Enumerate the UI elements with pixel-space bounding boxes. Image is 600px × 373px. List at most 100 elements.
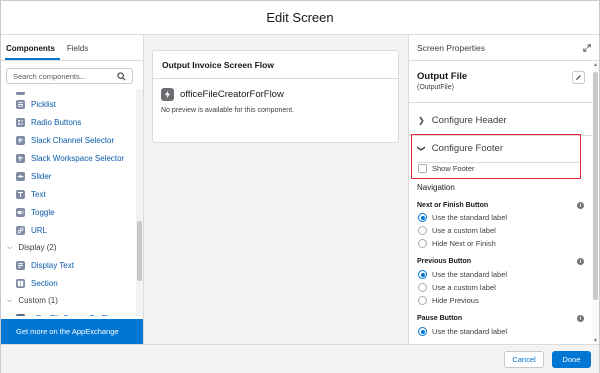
search-input[interactable] xyxy=(13,71,113,81)
next-finish-label: Next or Finish Button xyxy=(417,202,489,209)
configure-header-section[interactable]: ❯ Configure Header xyxy=(409,110,592,130)
slack-icon xyxy=(16,153,25,163)
checkbox[interactable] xyxy=(418,164,427,173)
components-panel: Components Fields Picklist Radio Buttons xyxy=(1,35,144,344)
navigation-heading: Navigation xyxy=(417,183,455,192)
search-icon xyxy=(117,72,126,81)
component-item-display-text[interactable]: Display Text xyxy=(1,256,136,274)
component-label: Text xyxy=(31,189,46,199)
component-item-radio-buttons[interactable]: Radio Buttons xyxy=(1,113,136,131)
component-label: Section xyxy=(31,278,58,288)
chevron-down-icon: ⌵ xyxy=(7,243,13,251)
tab-fields[interactable]: Fields xyxy=(66,44,93,60)
previous-label: Previous Button xyxy=(417,258,472,265)
radio-pause-standard[interactable]: Use the standard label xyxy=(418,327,507,336)
component-label: Slider xyxy=(31,171,52,181)
component-list: Picklist Radio Buttons Slack Channel Sel… xyxy=(1,89,136,316)
component-item-picklist[interactable]: Picklist xyxy=(1,95,136,113)
radio-previous-custom[interactable]: Use a custom label xyxy=(418,283,496,292)
radio-buttons-icon xyxy=(16,117,25,127)
pencil-icon xyxy=(576,75,581,80)
info-icon[interactable]: i xyxy=(577,202,584,209)
chevron-down-icon: ⌵ xyxy=(7,296,13,304)
component-item-text[interactable]: Text xyxy=(1,185,136,203)
component-label: officeFileCreatorForFlow xyxy=(31,314,118,317)
component-label: Radio Buttons xyxy=(31,117,82,127)
group-custom[interactable]: ⌵ Custom (1) xyxy=(1,292,136,309)
section-icon xyxy=(16,278,25,288)
done-button[interactable]: Done xyxy=(552,351,591,368)
radio-next-custom[interactable]: Use a custom label xyxy=(418,226,496,235)
component-label: Slack Workspace Selector xyxy=(31,153,125,163)
left-scrollbar-thumb[interactable] xyxy=(137,221,142,281)
expand-icon[interactable] xyxy=(583,44,591,52)
info-icon[interactable]: i xyxy=(577,315,584,322)
component-item-slider[interactable]: Slider xyxy=(1,167,136,185)
radio-button[interactable] xyxy=(418,226,427,235)
component-item-url[interactable]: URL xyxy=(1,221,136,239)
radio-label: Use a custom label xyxy=(432,283,496,292)
radio-button[interactable] xyxy=(418,327,427,336)
component-item-section[interactable]: Section xyxy=(1,274,136,292)
radio-button[interactable] xyxy=(418,213,427,222)
toggle-icon xyxy=(16,207,25,217)
radio-next-hide[interactable]: Hide Next or Finish xyxy=(418,239,496,248)
no-preview-message: No preview is available for this compone… xyxy=(161,107,295,114)
component-label: Toggle xyxy=(31,207,55,217)
radio-previous-hide[interactable]: Hide Previous xyxy=(418,296,479,305)
radio-label: Use the standard label xyxy=(432,213,508,222)
display-text-icon xyxy=(16,260,25,270)
right-scrollbar-thumb[interactable] xyxy=(593,72,598,300)
radio-label: Hide Previous xyxy=(432,296,479,305)
properties-title: Screen Properties xyxy=(417,42,486,53)
radio-button[interactable] xyxy=(418,296,427,305)
slack-icon xyxy=(16,135,25,145)
radio-button[interactable] xyxy=(418,239,427,248)
appexchange-link[interactable]: Get more on the AppExchange xyxy=(1,319,143,344)
radio-next-standard[interactable]: Use the standard label xyxy=(418,213,507,222)
group-label: Custom (1) xyxy=(18,296,58,305)
edit-button[interactable] xyxy=(572,71,585,84)
tab-components[interactable]: Components xyxy=(5,44,60,60)
screen-card-title: Output Invoice Screen Flow xyxy=(153,51,398,79)
info-icon[interactable]: i xyxy=(577,258,584,265)
screen-properties-panel: Screen Properties Output File (OutputFil… xyxy=(408,35,599,344)
screen-canvas: Output Invoice Screen Flow officeFileCre… xyxy=(144,35,408,344)
component-item-slack-channel-selector[interactable]: Slack Channel Selector xyxy=(1,131,136,149)
component-label: Picklist xyxy=(31,99,56,109)
component-label: Slack Channel Selector xyxy=(31,135,115,145)
link-icon xyxy=(16,225,25,235)
left-scrollbar[interactable] xyxy=(136,89,143,316)
properties-body: Output File (OutputFile) ❯ Configure Hea… xyxy=(409,62,592,344)
lightning-bolt-icon xyxy=(16,313,25,316)
edit-screen-dialog: Edit Screen Components Fields Picklist xyxy=(0,0,600,373)
dialog-title: Edit Screen xyxy=(266,10,334,25)
element-api-name: (OutputFile) xyxy=(417,84,454,91)
radio-label: Use the standard label xyxy=(432,327,508,336)
cancel-button[interactable]: Cancel xyxy=(504,351,544,368)
component-label: URL xyxy=(31,225,48,235)
slider-icon xyxy=(16,171,25,181)
scroll-up-icon[interactable]: ▲ xyxy=(593,62,598,68)
radio-label: Hide Next or Finish xyxy=(432,239,496,248)
left-tabs: Components Fields xyxy=(1,35,143,61)
group-label: Display (2) xyxy=(18,243,57,252)
radio-button[interactable] xyxy=(418,270,427,279)
radio-label: Use the standard label xyxy=(432,270,508,279)
dialog-header: Edit Screen xyxy=(1,1,599,35)
component-item-office-file-creator[interactable]: officeFileCreatorForFlow xyxy=(1,309,136,316)
component-item-slack-workspace-selector[interactable]: Slack Workspace Selector xyxy=(1,149,136,167)
component-item-toggle[interactable]: Toggle xyxy=(1,203,136,221)
section-label: Configure Header xyxy=(431,114,507,126)
right-scrollbar[interactable]: ▲ ▼ xyxy=(592,62,599,344)
component-label: Display Text xyxy=(31,260,74,270)
radio-previous-standard[interactable]: Use the standard label xyxy=(418,270,507,279)
radio-button[interactable] xyxy=(418,283,427,292)
search-box[interactable] xyxy=(6,68,133,84)
canvas-component-name: officeFileCreatorForFlow xyxy=(180,89,284,100)
screen-card[interactable]: Output Invoice Screen Flow officeFileCre… xyxy=(152,50,399,143)
show-footer-checkbox[interactable]: Show Footer xyxy=(418,164,475,173)
canvas-component[interactable]: officeFileCreatorForFlow xyxy=(161,88,398,101)
dialog-footer: Cancel Done xyxy=(1,344,599,373)
group-display[interactable]: ⌵ Display (2) xyxy=(1,239,136,256)
